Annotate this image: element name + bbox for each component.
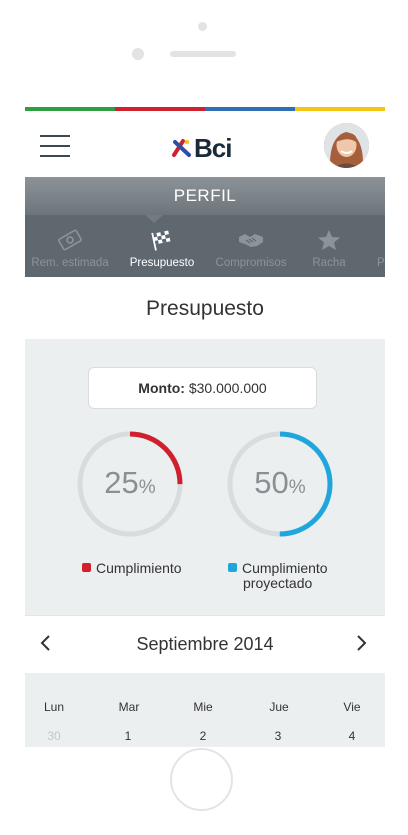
hamburger-icon[interactable] (40, 135, 70, 157)
color-stripe (25, 107, 115, 111)
gauge-value: 50% (254, 465, 306, 500)
bci-logo-mark-icon (172, 139, 191, 157)
camera-icon (198, 22, 207, 31)
app-screen: Bci PERFIL Rem. estimada Presupuesto Com… (25, 107, 385, 747)
legend-dot (82, 563, 91, 572)
tab-label: P (377, 257, 385, 269)
user-avatar[interactable] (324, 123, 369, 168)
sensor-icon (132, 48, 144, 60)
home-button[interactable] (170, 748, 233, 811)
cumplimiento-gauge: 25% (76, 430, 184, 538)
checkered-flag-icon (151, 230, 171, 251)
legend-cumplimiento: Cumplimiento (82, 561, 182, 576)
color-stripe (205, 107, 295, 111)
brand-name: Bci (194, 132, 232, 163)
weekday-label: Vie (343, 700, 361, 714)
color-stripe (295, 107, 385, 111)
color-stripe (115, 107, 205, 111)
legend-label-line2: proyectado (243, 575, 313, 591)
page-title: Presupuesto (146, 297, 264, 320)
calendar-day[interactable]: 4 (327, 729, 377, 743)
weekday-label: Mar (118, 700, 140, 714)
profile-band-label: PERFIL (173, 186, 237, 205)
handshake-icon (239, 234, 263, 247)
money-icon (58, 229, 82, 251)
calendar-day[interactable]: 3 (253, 729, 303, 743)
calendar-day[interactable]: 30 (29, 729, 79, 743)
month-label: Septiembre 2014 (136, 634, 274, 654)
speaker-icon (170, 51, 236, 57)
legend-dot (228, 563, 237, 572)
bci-logo: Bci (171, 132, 232, 163)
month-navigator: Septiembre 2014 (25, 615, 385, 673)
tab-presupuesto[interactable]: Presupuesto (114, 215, 210, 277)
legend-label: Cumplimiento (242, 560, 328, 576)
tab-label: Presupuesto (129, 257, 195, 269)
calendar-day[interactable]: 1 (103, 729, 153, 743)
app-header: Bci (25, 111, 385, 177)
monto-box: Monto: $30.000.000 (88, 367, 317, 409)
chevron-right-icon[interactable] (356, 634, 368, 658)
title-box: Presupuesto (25, 277, 385, 339)
monto-label: Monto: (138, 380, 185, 396)
calendar-day[interactable]: 2 (178, 729, 228, 743)
legend-cumplimiento-proyectado: Cumplimiento proyectado (228, 561, 328, 591)
weekday-label: Lun (43, 700, 65, 714)
star-icon (318, 230, 340, 250)
brand-color-bar (25, 107, 385, 111)
weekday-label: Jue (269, 700, 289, 714)
gauge-value: 25% (104, 465, 156, 500)
cumplimiento-proyectado-gauge: 50% (226, 430, 334, 538)
weekday-label: Mie (193, 700, 213, 714)
profile-tabs: Rem. estimada Presupuesto Compromisos Ra… (25, 215, 385, 277)
tab-rem-estimada[interactable]: Rem. estimada (25, 215, 118, 277)
legend-label: Cumplimiento (96, 560, 182, 576)
tab-p[interactable]: P (349, 215, 385, 277)
calendar-week-row: 30 1 2 3 4 (25, 729, 385, 745)
active-tab-pointer (145, 215, 163, 223)
tab-label: Rem. estimada (31, 257, 109, 269)
profile-band: PERFIL (25, 177, 385, 215)
calendar-weekdays: Lun Mar Mie Jue Vie (25, 700, 385, 716)
monto-value: $30.000.000 (188, 380, 267, 396)
